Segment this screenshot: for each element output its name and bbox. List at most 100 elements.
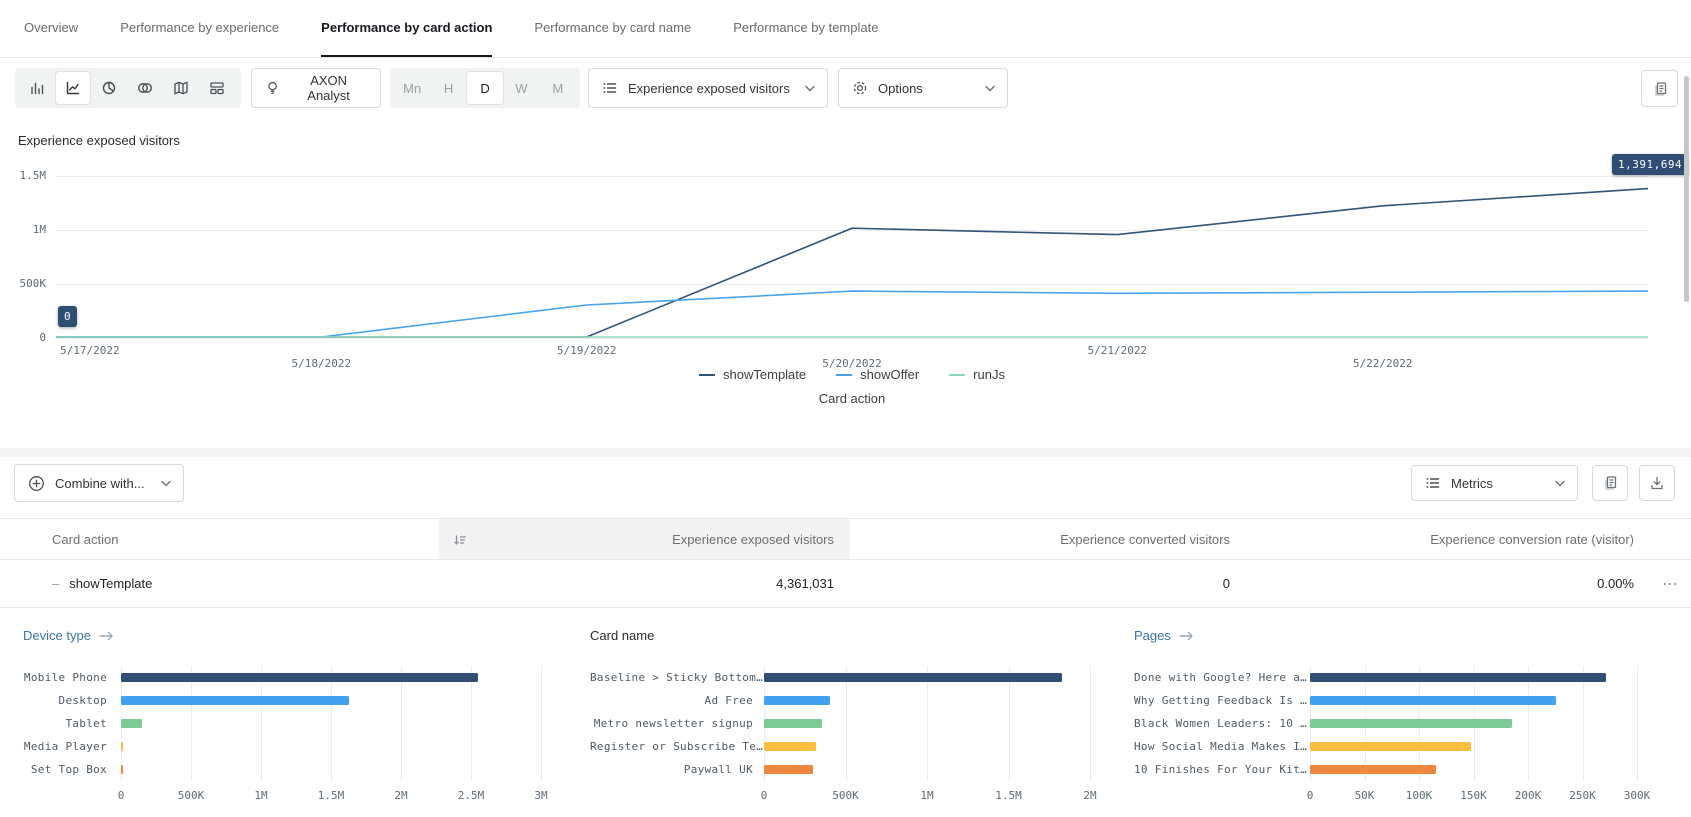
venn-diagram-icon[interactable] <box>128 72 162 104</box>
line-chart-icon[interactable] <box>56 72 90 104</box>
axon-analyst-button[interactable]: AXON Analyst <box>251 68 381 108</box>
x-axis-tick-label: 250K <box>1569 789 1596 802</box>
metric-dropdown[interactable]: Experience exposed visitors <box>588 68 828 108</box>
mini-chart-title-label: Card name <box>590 628 654 643</box>
section-divider <box>0 448 1691 457</box>
gridline <box>471 666 472 781</box>
legend-item-showTemplate[interactable]: showTemplate <box>699 367 806 382</box>
category-label: Why Getting Feedback Is … <box>1134 689 1296 712</box>
gridline <box>261 666 262 781</box>
copy-table-button[interactable] <box>1592 465 1628 501</box>
chevron-down-icon <box>1555 480 1565 487</box>
combine-with-label: Combine with... <box>55 476 145 491</box>
card-action-value: showTemplate <box>69 576 152 591</box>
legend-item-runJs[interactable]: runJs <box>949 367 1005 382</box>
gear-icon <box>851 79 869 97</box>
dashboard-layout-icon[interactable] <box>200 72 234 104</box>
x-axis-tick-label: 500K <box>832 789 859 802</box>
column-header-label: Experience exposed visitors <box>672 532 834 547</box>
x-axis-tick-label: 200K <box>1515 789 1542 802</box>
bar <box>1310 719 1512 728</box>
category-label: Desktop <box>23 689 107 712</box>
breakdown-link-pages[interactable]: Pages <box>1134 628 1195 643</box>
mini-chart-title: Card name <box>590 628 654 643</box>
chart-type-switcher <box>15 68 241 108</box>
list-icon <box>601 79 619 97</box>
legend-label: showOffer <box>860 367 919 382</box>
converted-visitors-cell: 0 <box>850 560 1246 607</box>
gridline <box>541 666 542 781</box>
category-label: Metro newsletter signup <box>590 712 753 735</box>
category-label: Media Player <box>23 735 107 758</box>
granularity-hour[interactable]: H <box>430 72 466 104</box>
bar <box>764 673 1062 682</box>
download-icon <box>1648 474 1666 492</box>
copy-chart-button[interactable] <box>1641 70 1678 107</box>
gridline <box>56 230 1648 231</box>
gridline <box>846 666 847 781</box>
granularity-month[interactable]: M <box>540 72 576 104</box>
metrics-dropdown-label: Metrics <box>1451 476 1493 491</box>
legend-item-showOffer[interactable]: showOffer <box>836 367 919 382</box>
mini-chart-title-label: Pages <box>1134 628 1171 643</box>
collapse-marker[interactable]: – <box>52 576 59 591</box>
arrow-right-icon <box>99 631 115 641</box>
mini-chart-category-labels: Done with Google? Here a…Why Getting Fee… <box>1134 666 1296 781</box>
category-label: Paywall UK <box>590 758 753 781</box>
metrics-dropdown[interactable]: Metrics <box>1411 465 1578 501</box>
y-axis-tick-label: 500K <box>0 277 46 290</box>
bar <box>764 696 830 705</box>
bar-chart-icon[interactable] <box>20 72 54 104</box>
x-axis-tick-label: 100K <box>1406 789 1433 802</box>
gridline <box>191 666 192 781</box>
category-label: Mobile Phone <box>23 666 107 689</box>
granularity-week[interactable]: W <box>503 72 539 104</box>
bar <box>764 765 813 774</box>
gridline <box>1090 666 1091 781</box>
map-icon[interactable] <box>164 72 198 104</box>
bar <box>764 742 816 751</box>
mini-chart-title-label: Device type <box>23 628 91 643</box>
category-label: Set Top Box <box>23 758 107 781</box>
x-axis-tick-label: 0 <box>1307 789 1314 802</box>
x-axis-tick-label: 500K <box>178 789 205 802</box>
x-axis-tick-label: 1.5M <box>995 789 1022 802</box>
plus-circle-icon <box>27 474 46 493</box>
series-showTemplate <box>56 189 1648 337</box>
tab-performance-by-template[interactable]: Performance by template <box>733 0 878 57</box>
tab-performance-by-experience[interactable]: Performance by experience <box>120 0 279 57</box>
x-axis-tick-label: 1.5M <box>318 789 345 802</box>
axon-analyst-label: AXON Analyst <box>289 73 368 103</box>
metric-dropdown-label: Experience exposed visitors <box>628 81 790 96</box>
bar <box>1310 765 1436 774</box>
breakdown-link-device-type[interactable]: Device type <box>23 628 115 643</box>
row-menu-icon[interactable]: ⋯ <box>1662 574 1679 594</box>
table-row[interactable]: – showTemplate 4,361,031 0 0.00% ⋯ <box>0 560 1691 608</box>
vertical-scrollbar[interactable] <box>1684 76 1689 302</box>
y-axis-tick-label: 0 <box>0 331 46 344</box>
column-header-experience-exposed-visitors[interactable]: Experience exposed visitors <box>439 519 850 559</box>
options-dropdown[interactable]: Options <box>838 68 1008 108</box>
bar <box>121 719 142 728</box>
bar <box>121 696 349 705</box>
column-header-experience-converted-visitors[interactable]: Experience converted visitors <box>850 519 1246 559</box>
gridline <box>56 338 1648 339</box>
conversion-rate-cell: 0.00% <box>1246 560 1650 607</box>
pie-chart-icon[interactable] <box>92 72 126 104</box>
combine-with-button[interactable]: Combine with... <box>14 464 184 502</box>
x-axis-tick-label: 5/17/2022 <box>60 344 120 357</box>
gridline <box>1583 666 1584 781</box>
tab-performance-by-card-name[interactable]: Performance by card name <box>534 0 691 57</box>
granularity-minute[interactable]: Mn <box>394 72 430 104</box>
copy-report-icon <box>1601 474 1619 492</box>
download-table-button[interactable] <box>1639 465 1675 501</box>
table-header-row: Card action Experience exposed visitors … <box>0 518 1691 560</box>
granularity-day[interactable]: D <box>467 72 503 104</box>
tab-overview[interactable]: Overview <box>24 0 78 57</box>
series-start-value-badge: 0 <box>58 306 77 327</box>
column-header-experience-conversion-rate[interactable]: Experience conversion rate (visitor) <box>1246 519 1650 559</box>
column-header-card-action[interactable]: Card action <box>0 519 439 559</box>
bar <box>1310 742 1471 751</box>
tab-performance-by-card-action[interactable]: Performance by card action <box>321 0 492 57</box>
gridline <box>1528 666 1529 781</box>
